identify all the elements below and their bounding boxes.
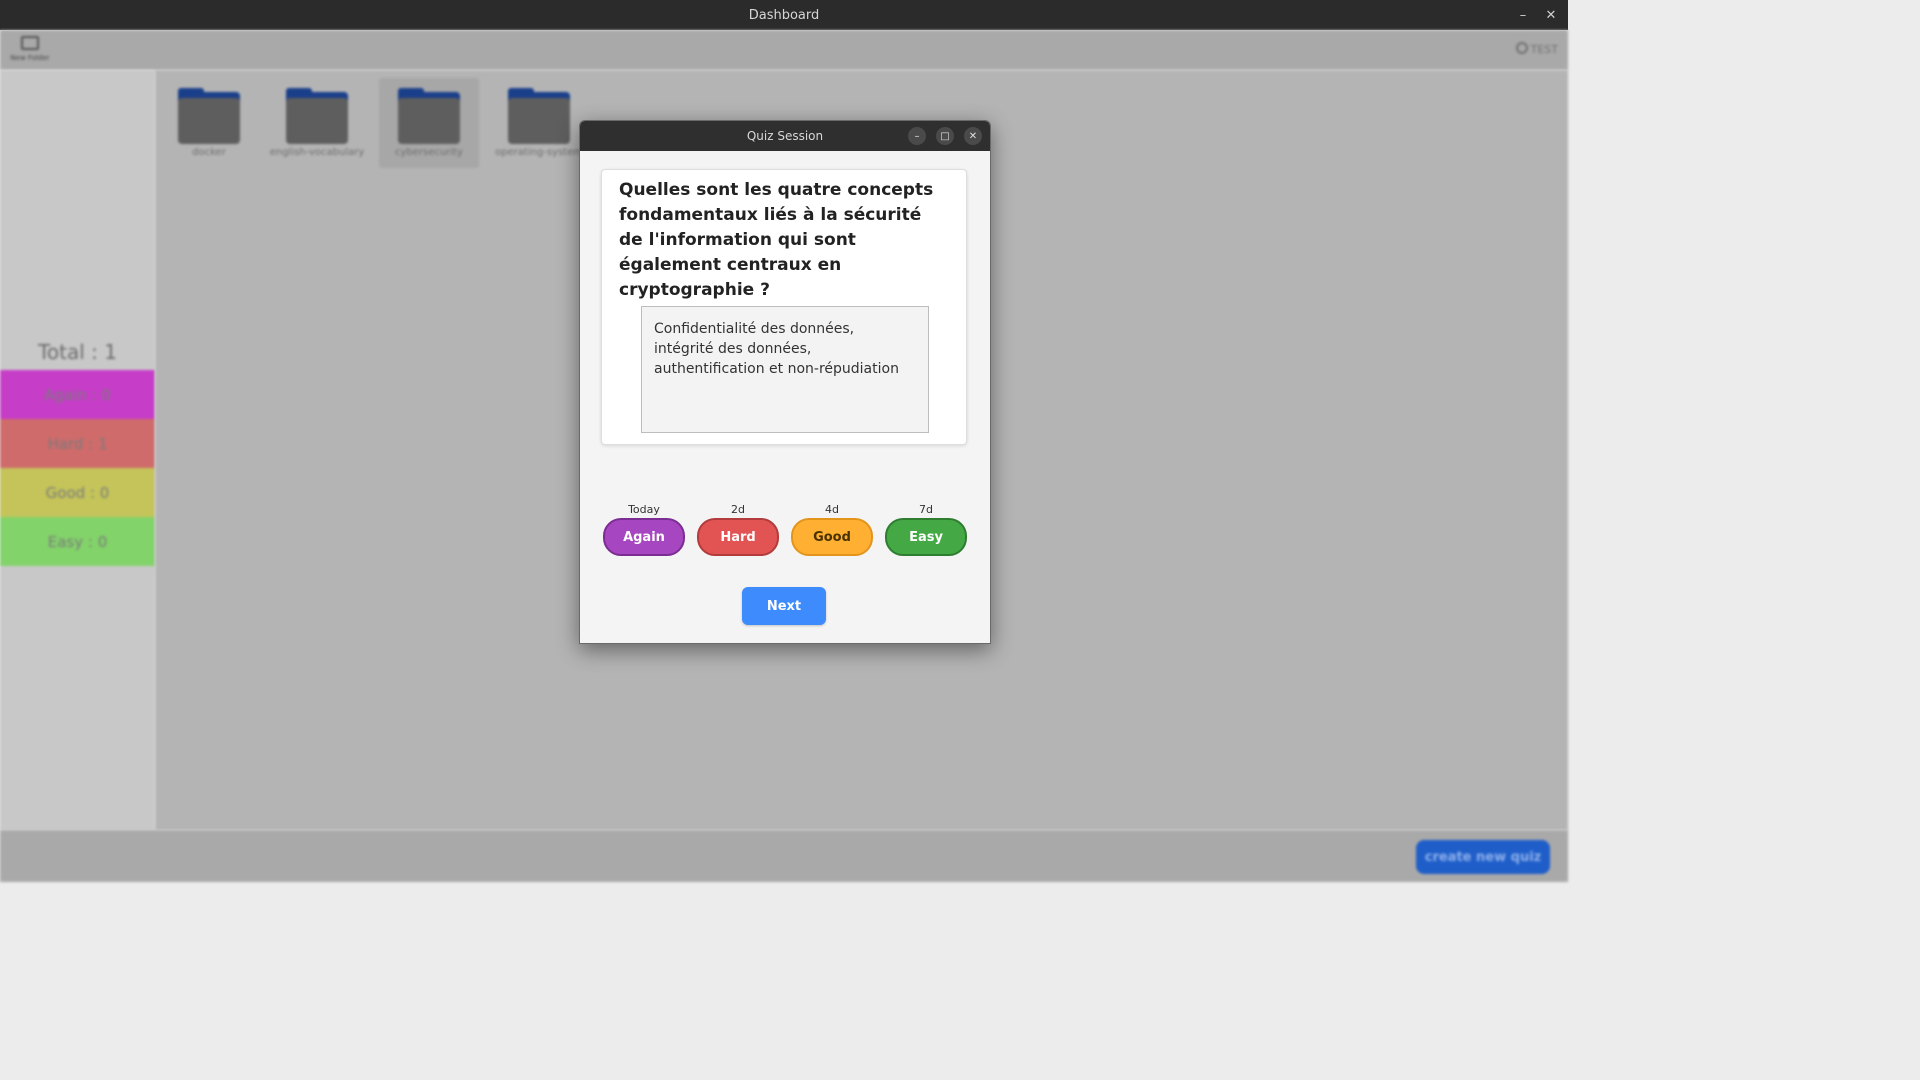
folder-item[interactable]: english-vocabulary	[267, 78, 367, 168]
rating-hard: 2d Hard	[697, 503, 779, 556]
again-button[interactable]: Again	[603, 518, 685, 556]
answer-box: Confidentialité des données, intégrité d…	[641, 306, 929, 433]
user-label: TEST	[1530, 43, 1558, 56]
toolbar: New Folder TEST	[0, 30, 1568, 70]
question-text: Quelles sont les quatre concepts fondame…	[619, 180, 934, 300]
window-title: Dashboard	[748, 7, 820, 23]
hard-count: Hard : 1	[0, 419, 155, 468]
folder-icon	[508, 88, 570, 144]
easy-count: Easy : 0	[0, 517, 155, 566]
easy-button[interactable]: Easy	[885, 518, 967, 556]
interval-label: Today	[628, 503, 660, 516]
dialog-controls: – □ ✕	[908, 127, 982, 145]
folder-name: cybersecurity	[395, 147, 463, 158]
user-icon	[1515, 42, 1528, 54]
close-icon[interactable]: ✕	[964, 127, 982, 145]
again-count: Again : 0	[0, 370, 155, 419]
new-folder-label: New Folder	[10, 54, 50, 62]
rating-good: 4d Good	[791, 503, 873, 556]
interval-label: 7d	[919, 503, 933, 516]
folder-item[interactable]: docker	[159, 78, 259, 168]
new-folder-button[interactable]: New Folder	[6, 36, 54, 66]
folder-item[interactable]: cybersecurity	[379, 78, 479, 168]
create-quiz-button[interactable]: create new quiz	[1416, 840, 1550, 874]
flashcard: Quelles sont les quatre concepts fondame…	[601, 169, 967, 445]
user-menu[interactable]: TEST	[1515, 42, 1558, 56]
sidebar-stats: Total : 1 Again : 0 Hard : 1 Good : 0 Ea…	[0, 70, 155, 830]
quiz-session-dialog: Quiz Session – □ ✕ Quelles sont les quat…	[579, 120, 991, 644]
folder-name: operating-system	[494, 147, 583, 158]
hard-button[interactable]: Hard	[697, 518, 779, 556]
window-controls: – ✕	[1516, 0, 1558, 30]
folder-icon	[178, 88, 240, 144]
folder-icon	[286, 88, 348, 144]
interval-label: 4d	[825, 503, 839, 516]
dialog-titlebar: Quiz Session – □ ✕	[580, 121, 990, 151]
good-count: Good : 0	[0, 468, 155, 517]
total-count: Total : 1	[38, 340, 117, 364]
interval-label: 2d	[731, 503, 745, 516]
dialog-title: Quiz Session	[746, 129, 824, 143]
minimize-icon[interactable]: –	[908, 127, 926, 145]
minimize-icon[interactable]: –	[1516, 8, 1530, 23]
folder-name: docker	[192, 147, 226, 158]
folder-icon	[398, 88, 460, 144]
window-titlebar: Dashboard – ✕	[0, 0, 1568, 30]
maximize-icon[interactable]: □	[936, 127, 954, 145]
bottom-bar: create new quiz	[0, 830, 1568, 882]
folder-name: english-vocabulary	[269, 147, 365, 158]
folder-item[interactable]: operating-system	[489, 78, 589, 168]
rating-again: Today Again	[603, 503, 685, 556]
good-button[interactable]: Good	[791, 518, 873, 556]
next-button[interactable]: Next	[742, 587, 826, 625]
rating-easy: 7d Easy	[885, 503, 967, 556]
close-icon[interactable]: ✕	[1544, 8, 1558, 23]
new-folder-icon	[21, 36, 39, 50]
